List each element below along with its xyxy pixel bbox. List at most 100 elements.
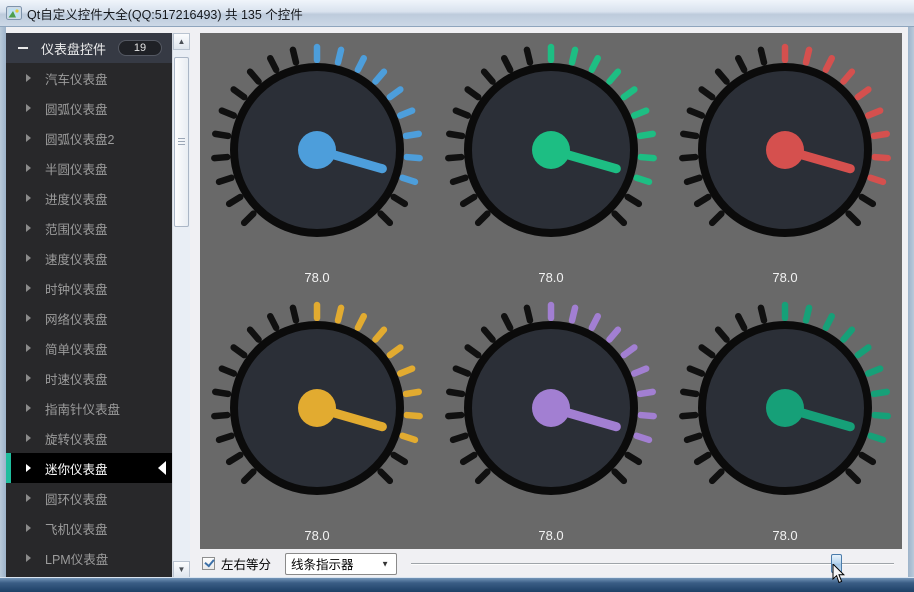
sidebar-item-label: 半圆仪表盘: [45, 162, 108, 177]
expand-arrow-icon: [26, 194, 31, 202]
gauge-value: 78.0: [772, 269, 798, 285]
sidebar-item-3[interactable]: 圆弧仪表盘2: [6, 123, 172, 153]
gauge-dial: [211, 43, 423, 237]
gauge-cell-gauge-teal[interactable]: 78.0: [668, 291, 902, 549]
sidebar-item-label: 圆弧仪表盘: [45, 102, 108, 117]
sidebar-item-9[interactable]: 网络仪表盘: [6, 303, 172, 333]
indicator-select[interactable]: 线条指示器 ▼: [285, 552, 398, 575]
sidebar-item-label: 简单仪表盘: [45, 342, 108, 357]
sidebar-item-label: 汽车仪表盘: [45, 72, 108, 87]
window-title: Qt自定义控件大全(QQ:517216493) 共 135 个控件: [27, 7, 303, 22]
gauge-panel: 78.0 78.0 78.0 78.0 78.0 78.0: [200, 33, 902, 549]
gauge-value: 78.0: [772, 527, 798, 543]
chevron-down-icon: ▼: [381, 559, 390, 568]
scrollbar-grip-icon: [178, 138, 185, 146]
split-checkbox[interactable]: [202, 556, 215, 570]
sidebar-item-label: 时速仪表盘: [45, 372, 108, 387]
window-frame-left: [0, 26, 6, 592]
expand-arrow-icon: [26, 254, 31, 262]
client-area: 仪表盘控件 19 汽车仪表盘圆弧仪表盘圆弧仪表盘2 半圆仪表盘进度仪表盘范围仪表盘…: [6, 26, 908, 578]
expand-arrow-icon: [26, 464, 31, 472]
sidebar-item-5[interactable]: 进度仪表盘: [6, 183, 172, 213]
expand-arrow-icon: [26, 104, 31, 112]
sidebar-item-15[interactable]: 圆环仪表盘: [6, 483, 172, 513]
sidebar-item-label: 网络仪表盘: [45, 312, 108, 327]
sidebar-item-label: 指南针仪表盘: [45, 402, 121, 417]
expand-arrow-icon: [26, 344, 31, 352]
expand-arrow-icon: [26, 524, 31, 532]
gauge-cell-gauge-red[interactable]: 78.0: [668, 33, 902, 291]
sidebar-item-label: 进度仪表盘: [45, 192, 108, 207]
mouse-cursor-icon: [832, 564, 846, 584]
checkmark-icon: [204, 556, 215, 568]
sidebar-item-1[interactable]: 汽车仪表盘: [6, 63, 172, 93]
sidebar-list: 仪表盘控件 19 汽车仪表盘圆弧仪表盘圆弧仪表盘2 半圆仪表盘进度仪表盘范围仪表盘…: [6, 33, 172, 578]
window-frame-bottom: [0, 577, 914, 592]
window-frame-right: [908, 26, 914, 592]
sidebar-group-header[interactable]: 仪表盘控件 19: [6, 33, 172, 63]
scroll-down-button[interactable]: ▼: [173, 561, 190, 578]
app-icon: [6, 6, 22, 20]
sidebar-item-16[interactable]: 飞机仪表盘: [6, 513, 172, 543]
sidebar-item-label: 圆弧仪表盘2: [45, 132, 115, 147]
gauge-dial: [445, 301, 657, 495]
sidebar-item-13[interactable]: 旋转仪表盘: [6, 423, 172, 453]
expand-arrow-icon: [26, 554, 31, 562]
sidebar-item-label: 圆环仪表盘: [45, 492, 108, 507]
gauge-cell-gauge-purple[interactable]: 78.0: [434, 291, 668, 549]
expand-arrow-icon: [26, 74, 31, 82]
bottom-bar: 左右等分 线条指示器 ▼: [200, 549, 902, 578]
expand-arrow-icon: [26, 134, 31, 142]
collapse-icon: [18, 47, 28, 49]
sidebar-item-label: 范围仪表盘: [45, 222, 108, 237]
sidebar-item-label: 迷你仪表盘: [45, 462, 108, 477]
main-area: 78.0 78.0 78.0 78.0 78.0 78.0 左右等分 线条指示器 ▼: [200, 33, 902, 578]
sidebar-item-7[interactable]: 速度仪表盘: [6, 243, 172, 273]
gauge-cell-gauge-yellow[interactable]: 78.0: [200, 291, 434, 549]
titlebar[interactable]: Qt自定义控件大全(QQ:517216493) 共 135 个控件: [0, 0, 914, 27]
gauge-cell-gauge-green[interactable]: 78.0: [434, 33, 668, 291]
expand-arrow-icon: [26, 494, 31, 502]
sidebar-item-12[interactable]: 指南针仪表盘: [6, 393, 172, 423]
sidebar-item-8[interactable]: 时钟仪表盘: [6, 273, 172, 303]
value-slider[interactable]: [411, 553, 894, 575]
sidebar-count-badge: 19: [118, 40, 162, 56]
scroll-up-button[interactable]: ▲: [173, 33, 190, 50]
app-window: Qt自定义控件大全(QQ:517216493) 共 135 个控件 ✕ 仪表盘控…: [0, 0, 914, 592]
expand-arrow-icon: [26, 224, 31, 232]
expand-arrow-icon: [26, 374, 31, 382]
sidebar-item-2[interactable]: 圆弧仪表盘: [6, 93, 172, 123]
sidebar-item-4[interactable]: 半圆仪表盘: [6, 153, 172, 183]
gauge-dial: [445, 43, 657, 237]
slider-track: [411, 562, 894, 565]
gauge-value: 78.0: [304, 527, 330, 543]
sidebar: 仪表盘控件 19 汽车仪表盘圆弧仪表盘圆弧仪表盘2 半圆仪表盘进度仪表盘范围仪表盘…: [6, 33, 190, 578]
split-checkbox-label: 左右等分: [221, 558, 272, 572]
gauge-cell-gauge-blue[interactable]: 78.0: [200, 33, 434, 291]
expand-arrow-icon: [26, 404, 31, 412]
sidebar-item-17[interactable]: LPM仪表盘: [6, 543, 172, 573]
gauge-dial: [679, 43, 891, 237]
gauge-value: 78.0: [538, 527, 564, 543]
gauge-dial: [211, 301, 423, 495]
expand-arrow-icon: [26, 314, 31, 322]
sidebar-item-14[interactable]: 迷你仪表盘: [6, 453, 172, 483]
expand-arrow-icon: [26, 284, 31, 292]
sidebar-item-label: LPM仪表盘: [45, 552, 109, 567]
sidebar-item-6[interactable]: 范围仪表盘: [6, 213, 172, 243]
sidebar-item-label: 飞机仪表盘: [45, 522, 108, 537]
sidebar-item-11[interactable]: 时速仪表盘: [6, 363, 172, 393]
gauge-value: 78.0: [538, 269, 564, 285]
scrollbar-thumb[interactable]: [174, 57, 189, 227]
expand-arrow-icon: [26, 434, 31, 442]
sidebar-item-label: 速度仪表盘: [45, 252, 108, 267]
sidebar-scrollbar[interactable]: ▲ ▼: [172, 33, 190, 578]
sidebar-group-label: 仪表盘控件: [41, 41, 107, 57]
gauge-dial: [679, 301, 891, 495]
indicator-select-value: 线条指示器: [291, 558, 354, 572]
sidebar-item-label: 旋转仪表盘: [45, 432, 108, 447]
sidebar-item-10[interactable]: 简单仪表盘: [6, 333, 172, 363]
expand-arrow-icon: [26, 164, 31, 172]
gauge-value: 78.0: [304, 269, 330, 285]
sidebar-item-label: 时钟仪表盘: [45, 282, 108, 297]
